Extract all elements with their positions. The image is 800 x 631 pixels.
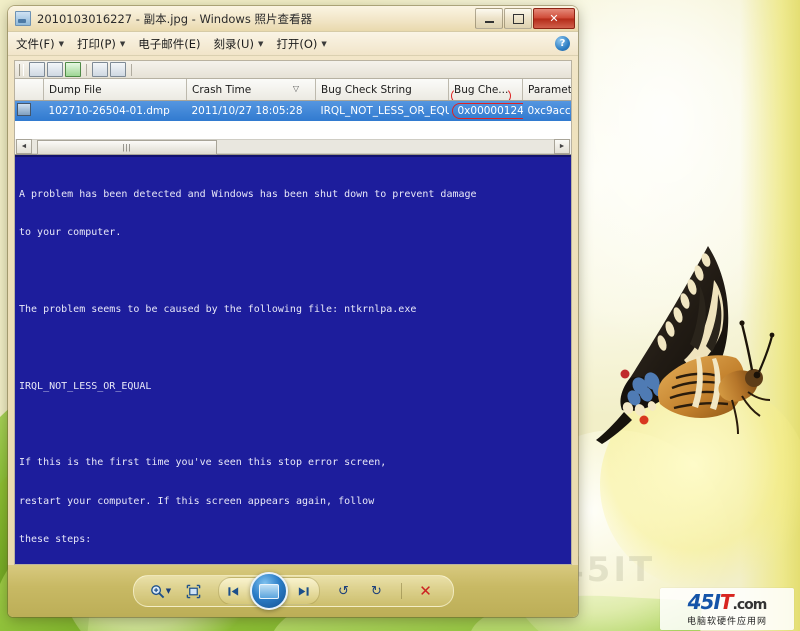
watermark-logo-main: 45I xyxy=(687,589,721,614)
toolbar-separator xyxy=(400,583,402,599)
viewer-controls-group: ▼ ↺ ↻ ✕ xyxy=(132,572,454,610)
titlebar[interactable]: 2010103016227 - 副本.jpg - Windows 照片查看器 ✕ xyxy=(8,6,578,32)
cell-crash-time: 2011/10/27 18:05:28 xyxy=(191,105,303,117)
photo-viewer-window: 2010103016227 - 副本.jpg - Windows 照片查看器 ✕… xyxy=(8,6,578,617)
save-icon xyxy=(47,62,63,77)
watermark-subtitle: 电脑软硬件应用网 xyxy=(686,616,767,627)
toolbar-separator xyxy=(86,63,87,76)
scrollbar-track[interactable]: ||| xyxy=(32,139,554,155)
delete-button[interactable]: ✕ xyxy=(413,580,439,602)
column-header-parameter-1[interactable]: Paramete... xyxy=(522,79,571,101)
picture-icon xyxy=(15,11,31,26)
chevron-down-icon: ▼ xyxy=(321,39,327,48)
menubar[interactable]: 文件(F) ▼ 打印(P) ▼ 电子邮件(E) 刻录(U) ▼ 打开(O) ▼ … xyxy=(8,32,578,56)
cell-dump-file: 102710-26504-01.dmp xyxy=(48,105,170,117)
navigation-group xyxy=(217,572,320,610)
close-button[interactable]: ✕ xyxy=(533,8,575,29)
column-header-dump-file[interactable]: Dump File xyxy=(43,79,187,101)
bsod-line xyxy=(19,265,571,278)
bsod-line: restart your computer. If this screen ap… xyxy=(19,495,375,507)
menu-item-open[interactable]: 打开(O) ▼ xyxy=(276,36,326,52)
bsod-line: If this is the first time you've seen th… xyxy=(19,457,387,469)
window-controls[interactable]: ✕ xyxy=(475,8,575,29)
bsod-line xyxy=(19,342,571,355)
column-header-bug-check-string[interactable]: Bug Check String xyxy=(315,79,449,101)
fit-to-window-icon xyxy=(186,584,201,598)
watermark-logo-accent: T xyxy=(719,589,734,614)
rotate-right-button[interactable]: ↻ xyxy=(364,580,390,602)
refresh-icon xyxy=(65,62,81,77)
column-header-bug-check-code[interactable]: Bug Che... xyxy=(448,79,523,101)
menu-item-file-label: 文件(F) xyxy=(16,36,55,51)
zoom-icon xyxy=(150,584,165,598)
column-header-crash-time-label: Crash Time xyxy=(192,83,252,96)
bsod-line: The problem seems to be caused by the fo… xyxy=(19,303,417,315)
menu-item-print[interactable]: 打印(P) ▼ xyxy=(77,36,125,52)
cell-bug-check-string: IRQL_NOT_LESS_OR_EQUAL xyxy=(320,105,449,117)
bsod-line: these steps: xyxy=(19,534,92,546)
toolbar-separator xyxy=(131,63,132,76)
menu-item-open-label: 打开(O) xyxy=(276,36,318,51)
cell-bug-check-code: 0x00000124 xyxy=(449,101,523,122)
desktop: 45IT 45IT.com 电脑软硬件应用网 2010103016227 - 副… xyxy=(0,0,800,631)
help-icon[interactable]: ? xyxy=(555,36,570,51)
scroll-left-arrow[interactable]: ◄ xyxy=(16,139,32,154)
next-image-button[interactable] xyxy=(291,580,317,602)
cell-parameter-1: 0xc9acc000 xyxy=(527,105,572,117)
bluescreenview-toolbar xyxy=(15,61,571,79)
watermark-logo-suffix: .com xyxy=(732,596,768,613)
sort-descending-icon: ▽ xyxy=(292,84,299,93)
menu-item-email[interactable]: 电子邮件(E) xyxy=(138,36,200,52)
find-icon xyxy=(137,63,151,76)
chevron-down-icon: ▼ xyxy=(257,39,264,48)
fit-to-window-button[interactable] xyxy=(181,580,207,602)
next-icon xyxy=(298,586,309,596)
column-header-crash-time[interactable]: Crash Time ▽ xyxy=(186,79,316,101)
column-header-icon[interactable] xyxy=(15,79,44,101)
menu-item-burn[interactable]: 刻录(U) ▼ xyxy=(214,36,264,52)
menu-item-email-label: 电子邮件(E) xyxy=(138,36,201,51)
minimize-button[interactable] xyxy=(475,8,503,29)
scroll-right-arrow[interactable]: ► xyxy=(554,139,570,154)
previous-image-button[interactable] xyxy=(221,580,247,602)
rotate-left-button[interactable]: ↺ xyxy=(331,580,357,602)
copy-icon xyxy=(92,62,108,77)
play-slideshow-icon xyxy=(258,583,279,599)
menu-item-print-label: 打印(P) xyxy=(76,36,116,51)
maximize-button[interactable] xyxy=(504,8,532,29)
menu-item-burn-label: 刻录(U) xyxy=(213,36,254,51)
table-row[interactable]: 102710-26504-01.dmp 2011/10/27 18:05:28 … xyxy=(15,100,572,122)
butterfly-image xyxy=(596,246,775,444)
table-horizontal-scrollbar[interactable]: ◄ ||| ► xyxy=(15,139,571,155)
row-dump-icon xyxy=(15,101,44,122)
dump-file-icon xyxy=(17,103,31,116)
bsod-line: IRQL_NOT_LESS_OR_EQUAL xyxy=(19,380,152,392)
watermark: 45IT.com 电脑软硬件应用网 xyxy=(660,588,794,630)
bsod-line: to your computer. xyxy=(19,226,122,238)
chevron-down-icon: ▼ xyxy=(165,587,172,595)
toolbar-grip xyxy=(19,63,24,76)
play-slideshow-button[interactable] xyxy=(249,572,288,610)
exit-icon xyxy=(153,63,167,76)
viewer-bottom-toolbar: ▼ ↺ ↻ ✕ xyxy=(8,565,578,617)
table-header-row: Dump File Crash Time ▽ Bug Check String … xyxy=(15,79,571,101)
menu-item-file[interactable]: 文件(F) ▼ xyxy=(16,36,64,52)
properties-icon xyxy=(110,62,126,77)
open-icon xyxy=(29,62,45,77)
bug-check-code-highlight: 0x00000124 xyxy=(451,103,523,119)
bluescreen-panel: A problem has been detected and Windows … xyxy=(15,155,571,564)
window-title: 2010103016227 - 副本.jpg - Windows 照片查看器 xyxy=(37,11,312,26)
displayed-image: Dump File Crash Time ▽ Bug Check String … xyxy=(14,60,572,565)
dump-file-table: Dump File Crash Time ▽ Bug Check String … xyxy=(15,79,572,122)
bsod-line: A problem has been detected and Windows … xyxy=(19,188,477,200)
watermark-logo: 45IT.com xyxy=(687,589,768,614)
previous-icon xyxy=(228,586,239,596)
zoom-button[interactable]: ▼ xyxy=(148,580,174,602)
scrollbar-thumb[interactable]: ||| xyxy=(37,140,217,155)
chevron-down-icon: ▼ xyxy=(119,39,126,48)
bsod-line xyxy=(19,419,571,432)
chevron-down-icon: ▼ xyxy=(58,39,64,48)
table-empty-area xyxy=(15,121,571,139)
